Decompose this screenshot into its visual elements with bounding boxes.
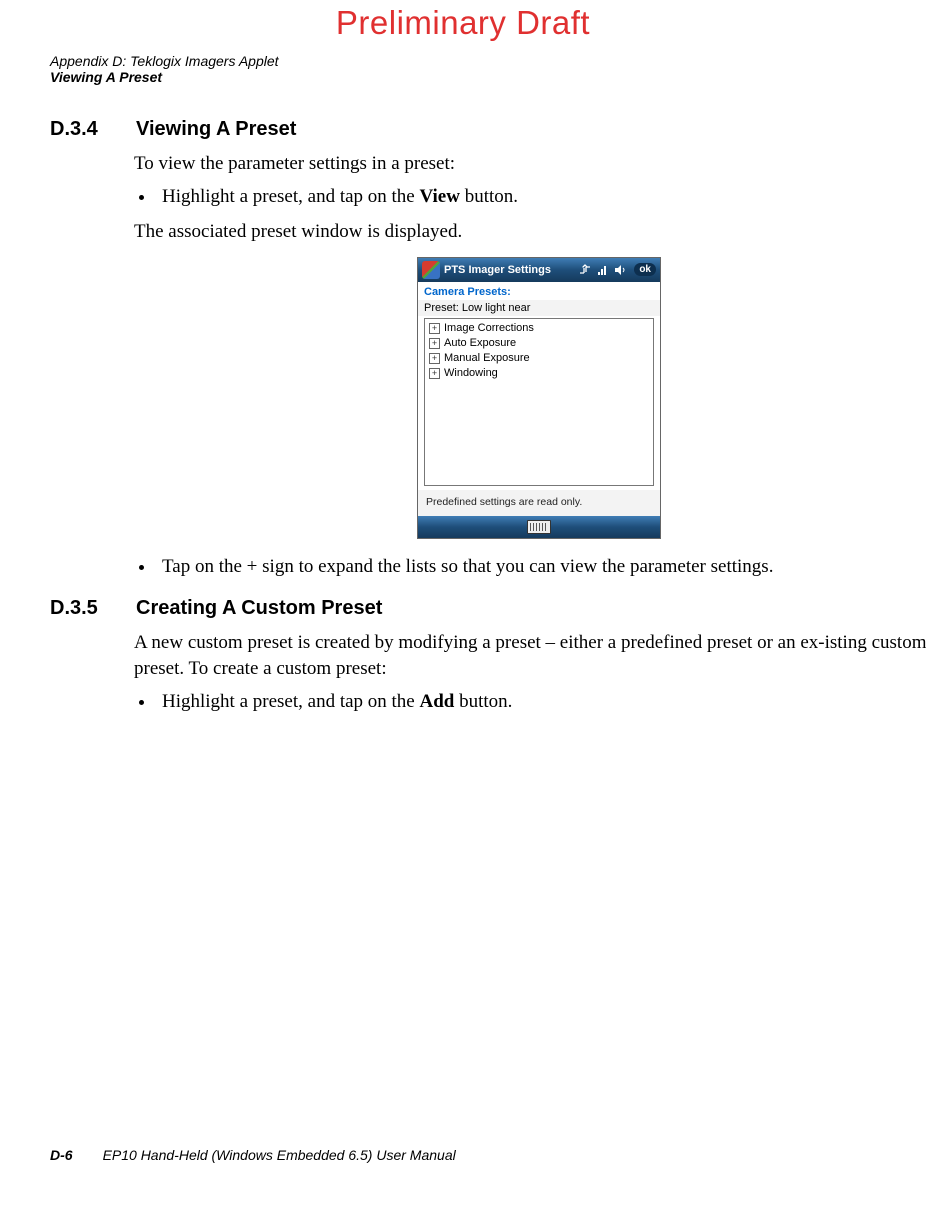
d34-bullet1-pre: Highlight a preset, and tap on the xyxy=(162,186,420,207)
d34-bullet-2: Tap on the + sign to expand the lists so… xyxy=(156,553,926,582)
page-header: Appendix D: Teklogix Imagers Applet View… xyxy=(50,53,279,85)
signal-icon[interactable] xyxy=(596,263,610,277)
watermark-text: Preliminary Draft xyxy=(0,4,926,42)
tree-item-label: Image Corrections xyxy=(444,322,534,334)
preset-name-label: Preset: Low light near xyxy=(418,300,660,316)
d34-after-bullet: The associated preset window is displaye… xyxy=(134,219,926,245)
d35-paragraph: A new custom preset is created by modify… xyxy=(134,630,926,681)
tree-item-windowing[interactable]: + Windowing xyxy=(427,366,651,381)
header-section: Viewing A Preset xyxy=(50,69,279,85)
keyboard-icon[interactable] xyxy=(527,520,551,534)
d34-intro-text: To view the parameter settings in a pres… xyxy=(134,151,926,177)
section-title-d34: Viewing A Preset xyxy=(136,118,296,141)
header-appendix: Appendix D: Teklogix Imagers Applet xyxy=(50,53,279,69)
page-footer: D-6 EP10 Hand-Held (Windows Embedded 6.5… xyxy=(50,1147,456,1163)
tree-item-label: Manual Exposure xyxy=(444,352,530,364)
section-title-d35: Creating A Custom Preset xyxy=(136,597,382,620)
preset-tree: + Image Corrections + Auto Exposure + Ma… xyxy=(424,318,654,486)
connectivity-icon[interactable] xyxy=(578,263,592,277)
camera-presets-label: Camera Presets: xyxy=(418,282,660,300)
d35-bullet1-bold: Add xyxy=(420,691,455,712)
device-titlebar: PTS Imager Settings ok xyxy=(418,258,660,282)
d34-bullet1-bold: View xyxy=(420,186,460,207)
d34-bullet1-post: button. xyxy=(460,186,518,207)
expand-icon[interactable]: + xyxy=(429,323,440,334)
d34-bullet-1: Highlight a preset, and tap on the View … xyxy=(156,183,926,212)
expand-icon[interactable]: + xyxy=(429,368,440,379)
start-icon[interactable] xyxy=(422,261,440,279)
section-number-d34: D.3.4 xyxy=(50,118,112,141)
d35-bullet-1: Highlight a preset, and tap on the Add b… xyxy=(156,688,926,717)
volume-icon[interactable] xyxy=(614,263,628,277)
tree-item-label: Auto Exposure xyxy=(444,337,516,349)
device-screenshot: PTS Imager Settings ok Camera P xyxy=(417,257,661,539)
ok-button[interactable]: ok xyxy=(634,263,656,276)
tree-item-image-corrections[interactable]: + Image Corrections xyxy=(427,321,651,336)
d35-bullet1-post: button. xyxy=(454,691,512,712)
tree-item-manual-exposure[interactable]: + Manual Exposure xyxy=(427,351,651,366)
device-bottombar xyxy=(418,516,660,538)
tree-item-label: Windowing xyxy=(444,367,498,379)
status-text: Predefined settings are read only. xyxy=(418,490,660,516)
expand-icon[interactable]: + xyxy=(429,353,440,364)
window-title: PTS Imager Settings xyxy=(444,264,551,276)
section-number-d35: D.3.5 xyxy=(50,597,112,620)
section-d34-heading: D.3.4 Viewing A Preset xyxy=(50,118,900,141)
tree-item-auto-exposure[interactable]: + Auto Exposure xyxy=(427,336,651,351)
manual-title: EP10 Hand-Held (Windows Embedded 6.5) Us… xyxy=(103,1147,456,1163)
d35-bullet1-pre: Highlight a preset, and tap on the xyxy=(162,691,420,712)
section-d35-heading: D.3.5 Creating A Custom Preset xyxy=(50,597,900,620)
page-number: D-6 xyxy=(50,1147,73,1163)
expand-icon[interactable]: + xyxy=(429,338,440,349)
